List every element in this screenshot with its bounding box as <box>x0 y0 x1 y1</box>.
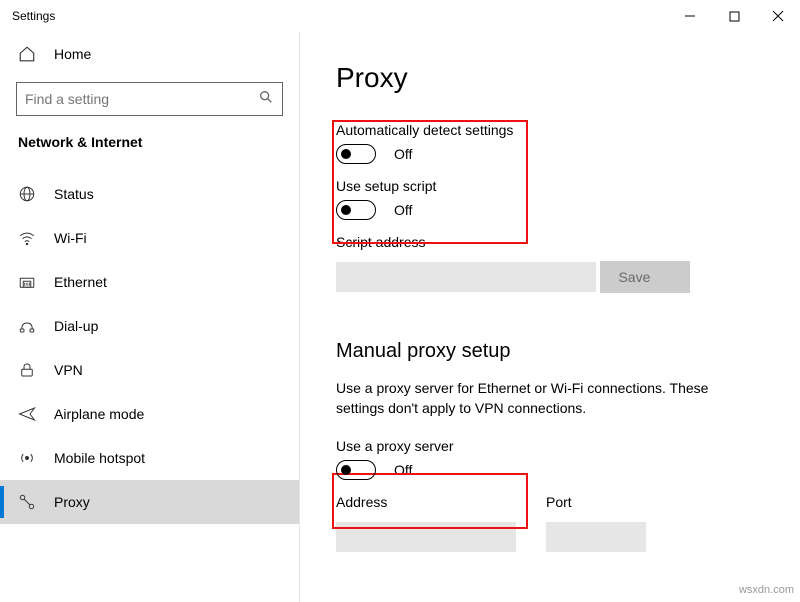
address-label: Address <box>336 494 516 510</box>
use-proxy-state: Off <box>394 462 412 478</box>
proxy-icon <box>18 493 36 511</box>
sidebar-item-label: Airplane mode <box>54 406 144 422</box>
search-box[interactable] <box>16 82 283 116</box>
manual-proxy-header: Manual proxy setup <box>336 340 764 363</box>
sidebar-item-dialup[interactable]: Dial-up <box>0 304 299 348</box>
window-controls <box>668 0 800 32</box>
setup-script-toggle[interactable] <box>336 200 376 220</box>
titlebar: Settings <box>0 0 800 32</box>
search-input[interactable] <box>25 91 258 107</box>
setup-script-label: Use setup script <box>336 178 764 194</box>
use-proxy-toggle[interactable] <box>336 460 376 480</box>
hotspot-icon <box>18 449 36 467</box>
sidebar-item-hotspot[interactable]: Mobile hotspot <box>0 436 299 480</box>
airplane-icon <box>18 405 36 423</box>
home-nav[interactable]: Home <box>0 32 299 76</box>
ethernet-icon <box>18 273 36 291</box>
window-title: Settings <box>12 9 55 23</box>
dialup-icon <box>18 317 36 335</box>
sidebar-item-wifi[interactable]: Wi-Fi <box>0 216 299 260</box>
sidebar-item-vpn[interactable]: VPN <box>0 348 299 392</box>
auto-detect-state: Off <box>394 146 412 162</box>
globe-icon <box>18 185 36 203</box>
port-label: Port <box>546 494 646 510</box>
save-button[interactable]: Save <box>600 261 690 293</box>
sidebar-item-label: Ethernet <box>54 274 107 290</box>
sidebar-item-label: Wi-Fi <box>54 230 87 246</box>
main-content: Proxy Automatically detect settings Off … <box>300 32 800 602</box>
sidebar-item-label: Dial-up <box>54 318 98 334</box>
setup-script-state: Off <box>394 202 412 218</box>
auto-detect-label: Automatically detect settings <box>336 122 764 138</box>
minimize-button[interactable] <box>668 0 712 32</box>
page-title: Proxy <box>336 62 764 94</box>
sidebar-item-label: Proxy <box>54 494 90 510</box>
sidebar-item-label: Status <box>54 186 94 202</box>
wifi-icon <box>18 229 36 247</box>
toggle-knob <box>341 465 351 475</box>
sidebar-section-header: Network & Internet <box>0 134 299 172</box>
close-button[interactable] <box>756 0 800 32</box>
toggle-knob <box>341 149 351 159</box>
auto-detect-toggle[interactable] <box>336 144 376 164</box>
toggle-knob <box>341 205 351 215</box>
watermark: wsxdn.com <box>739 584 794 596</box>
vpn-icon <box>18 361 36 379</box>
script-address-input[interactable] <box>336 262 596 292</box>
script-address-label: Script address <box>336 234 764 250</box>
use-proxy-label: Use a proxy server <box>336 438 764 454</box>
address-input[interactable] <box>336 522 516 552</box>
maximize-button[interactable] <box>712 0 756 32</box>
sidebar-item-ethernet[interactable]: Ethernet <box>0 260 299 304</box>
manual-proxy-description: Use a proxy server for Ethernet or Wi-Fi… <box>336 379 746 418</box>
sidebar-item-label: Mobile hotspot <box>54 450 145 466</box>
sidebar-item-airplane[interactable]: Airplane mode <box>0 392 299 436</box>
sidebar: Home Network & Internet Status Wi-Fi <box>0 32 300 602</box>
sidebar-item-status[interactable]: Status <box>0 172 299 216</box>
sidebar-item-proxy[interactable]: Proxy <box>0 480 299 524</box>
port-input[interactable] <box>546 522 646 552</box>
search-icon <box>258 89 274 110</box>
sidebar-item-label: VPN <box>54 362 83 378</box>
home-label: Home <box>54 46 91 62</box>
home-icon <box>18 45 36 63</box>
